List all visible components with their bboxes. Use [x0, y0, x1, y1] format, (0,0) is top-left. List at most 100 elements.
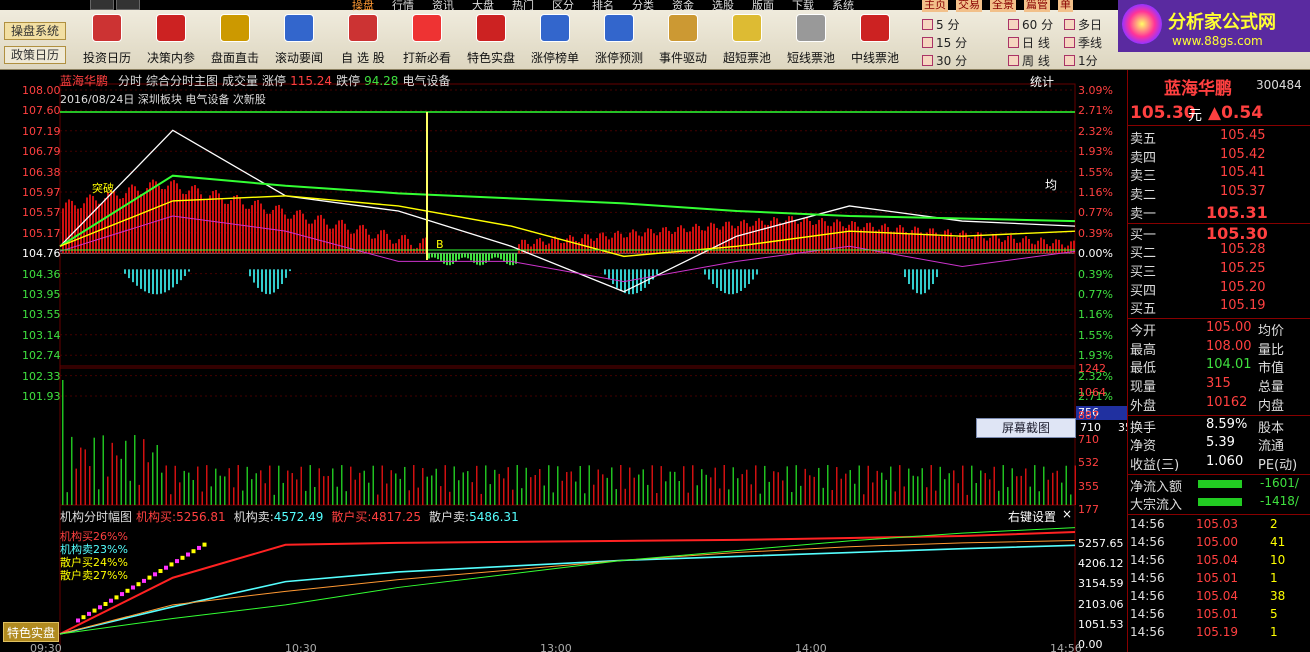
toolbar-button-8[interactable]: 涨停预测 — [588, 14, 650, 68]
menu-12[interactable]: 系统 — [832, 0, 854, 13]
period-2-2[interactable]: 1分 — [1064, 52, 1098, 69]
volume-bar — [597, 469, 599, 505]
macd-bar — [749, 226, 751, 254]
right-tab-4[interactable]: 单 — [1058, 0, 1073, 12]
macd-bar — [881, 225, 883, 254]
quote-key: 现量 — [1130, 380, 1157, 396]
screenshot-popup[interactable]: 屏幕截图 — [976, 418, 1076, 438]
toolbar-button-9[interactable]: 事件驱动 — [652, 14, 714, 68]
macd-bar — [434, 253, 436, 258]
macd-bar — [452, 253, 454, 264]
macd-bar — [374, 238, 376, 254]
volume-bar — [773, 471, 775, 505]
volume-bar — [935, 490, 937, 505]
macd-bar — [227, 203, 229, 254]
toolbar-button-6[interactable]: 特色实盘 — [460, 14, 522, 68]
macd-bar — [257, 199, 259, 254]
featured-trading-button[interactable]: 特色实盘 — [3, 622, 59, 642]
menu-2[interactable]: 资讯 — [432, 0, 454, 13]
inst-key-1: 机构卖: — [233, 510, 274, 524]
forward-arrow-icon[interactable] — [116, 0, 140, 10]
toolbar-button-3[interactable]: 滚动要闻 — [268, 14, 330, 68]
toolbar-icon-9 — [668, 14, 698, 42]
back-arrow-icon[interactable] — [90, 0, 114, 10]
volume-bar — [179, 482, 181, 505]
toolbar-button-7[interactable]: 涨停榜单 — [524, 14, 586, 68]
macd-bar — [314, 219, 316, 254]
toolbar-button-0[interactable]: 投资日历 — [76, 14, 138, 68]
menu-9[interactable]: 选股 — [712, 0, 734, 13]
stats-button[interactable]: 统计 — [1030, 73, 1054, 90]
inst-marker — [136, 582, 141, 587]
toolbar-button-2[interactable]: 盘面直击 — [204, 14, 266, 68]
volume-bar — [1029, 486, 1031, 505]
divider — [1128, 514, 1310, 515]
volume-bar — [111, 442, 113, 505]
close-icon[interactable]: × — [1062, 507, 1072, 521]
period-1-2[interactable]: 季线 — [1064, 34, 1102, 51]
right-tab-1[interactable]: 交易 — [956, 0, 982, 12]
toolbar-button-11[interactable]: 短线票池 — [780, 14, 842, 68]
screenshot-label: 屏幕截图 — [1001, 421, 1050, 435]
menu-3[interactable]: 大盘 — [472, 0, 494, 13]
toolbar-button-12[interactable]: 中线票池 — [844, 14, 906, 68]
quote-value: 105.31 — [1206, 202, 1268, 222]
menu-4[interactable]: 热门 — [512, 0, 534, 13]
volume-bar — [750, 484, 752, 505]
period-1-0[interactable]: 15 分 — [922, 34, 967, 51]
volume-bar — [341, 465, 343, 505]
price-tick: 107.19 — [22, 124, 61, 138]
menu-0[interactable]: 操盘 — [352, 0, 374, 13]
trading-system-button[interactable]: 操盘系统 — [4, 22, 66, 40]
menu-6[interactable]: 排名 — [592, 0, 614, 13]
right-tab-2[interactable]: 全景 — [990, 0, 1016, 12]
flow-bar — [904, 269, 906, 278]
period-0-0[interactable]: 5 分 — [922, 16, 959, 33]
quote-row: 净资 5.39 流通 — [1130, 435, 1310, 454]
macd-bar — [302, 213, 304, 254]
flow-bar — [912, 269, 914, 290]
menu-7[interactable]: 分类 — [632, 0, 654, 13]
volume-bar — [674, 471, 676, 505]
macd-bar — [296, 210, 298, 254]
menu-11[interactable]: 下载 — [792, 0, 814, 13]
volume-bar — [93, 437, 95, 505]
price-tick: 105.57 — [22, 206, 61, 220]
period-0-1[interactable]: 60 分 — [1008, 16, 1053, 33]
macd-bar — [125, 193, 127, 254]
menu-10[interactable]: 版面 — [752, 0, 774, 13]
period-2-1[interactable]: 周 线 — [1008, 52, 1050, 69]
right-tab-3[interactable]: 篇管 — [1024, 0, 1050, 12]
right-click-settings[interactable]: 右键设置 — [1008, 508, 1056, 525]
volume-bar — [219, 475, 221, 505]
menu-8[interactable]: 资金 — [672, 0, 694, 13]
toolbar-button-1[interactable]: 决策内参 — [140, 14, 202, 68]
period-2-0[interactable]: 30 分 — [922, 52, 967, 69]
menu-1[interactable]: 行情 — [392, 0, 414, 13]
time-tick: 10:30 — [285, 642, 317, 652]
policy-calendar-button[interactable]: 政策日历 — [4, 46, 66, 64]
toolbar-button-4[interactable]: 自 选 股 — [332, 14, 394, 68]
menu-5[interactable]: 区分 — [552, 0, 574, 13]
tick-price: 105.01 — [1196, 607, 1238, 621]
price-tick: 105.17 — [22, 226, 61, 240]
volume-bar — [242, 490, 244, 505]
volume-bar — [818, 467, 820, 505]
flow-bar — [289, 269, 291, 272]
macd-bar — [1037, 240, 1039, 254]
volume-bar — [224, 476, 226, 505]
intraday-chart[interactable]: 蓝海华鹏 分时 综合分时主图 成交量 涨停 115.24 跌停 94.28 电气设备 统计 2… — [0, 70, 1128, 652]
right-tab-0[interactable]: 主页 — [922, 0, 948, 12]
flow-bar — [160, 269, 162, 294]
toolbar-button-5[interactable]: 打新必看 — [396, 14, 458, 68]
volume-bar — [417, 487, 419, 505]
toolbar-button-10[interactable]: 超短票池 — [716, 14, 778, 68]
volume-bar — [719, 488, 721, 505]
pct-tick: 0.39% — [1078, 267, 1113, 281]
flow-bar — [716, 269, 718, 288]
macd-bar — [176, 183, 178, 254]
period-1-1[interactable]: 日 线 — [1008, 34, 1050, 51]
period-0-2[interactable]: 多日 — [1064, 16, 1102, 33]
volume-bar — [863, 494, 865, 505]
toolbar-label: 涨停榜单 — [530, 51, 579, 65]
